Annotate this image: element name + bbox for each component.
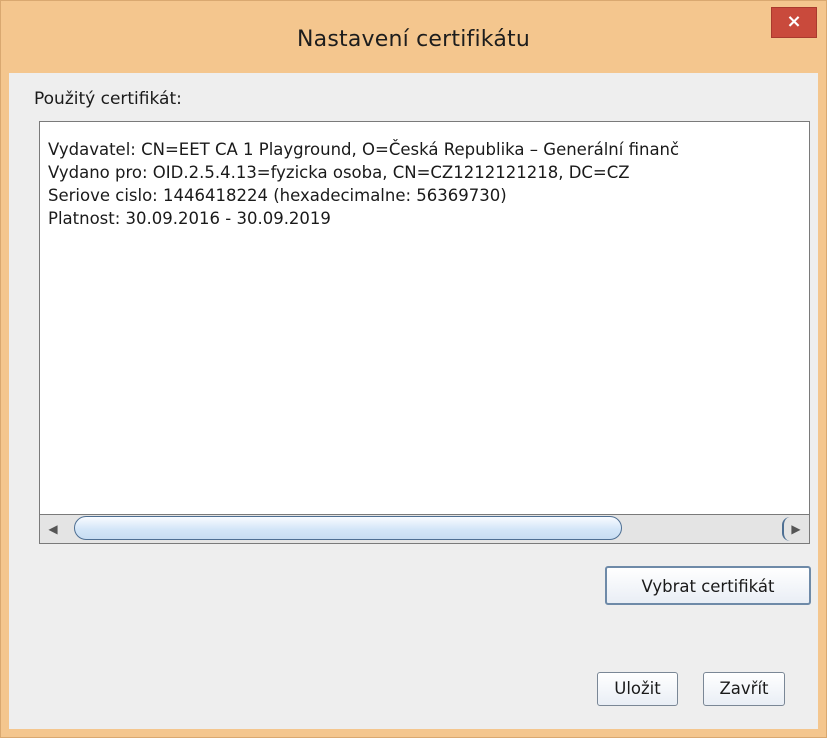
issued-to-line: Vydano pro: OID.2.5.4.13=fyzicka osoba, … — [48, 163, 630, 182]
horizontal-scrollbar[interactable]: ◀ ▶ — [39, 514, 810, 544]
title-bar[interactable]: Nastavení certifikátu × — [1, 1, 826, 79]
scroll-left-arrow-icon[interactable]: ◀ — [40, 515, 66, 543]
save-button[interactable]: Uložit — [597, 672, 678, 706]
select-certificate-button[interactable]: Vybrat certifikát — [605, 566, 811, 605]
serial-number-line: Seriove cislo: 1446418224 (hexadecimalne… — [48, 186, 507, 205]
close-icon: × — [786, 11, 802, 32]
dialog-content: Použitý certifikát: Vydavatel: CN=EET CA… — [9, 73, 818, 729]
scrollbar-thumb[interactable] — [74, 516, 622, 540]
certificate-settings-window: Nastavení certifikátu × Použitý certifik… — [0, 0, 827, 738]
certificate-info-text: Vydavatel: CN=EET CA 1 Playground, O=Čes… — [48, 138, 679, 230]
used-certificate-label: Použitý certifikát: — [34, 89, 182, 109]
close-button[interactable]: Zavřít — [703, 672, 785, 706]
scroll-right-arrow-icon[interactable]: ▶ — [783, 515, 809, 543]
window-title: Nastavení certifikátu — [297, 27, 530, 52]
validity-line: Platnost: 30.09.2016 - 30.09.2019 — [48, 209, 331, 228]
certificate-info-textarea[interactable]: Vydavatel: CN=EET CA 1 Playground, O=Čes… — [39, 121, 810, 544]
close-window-button[interactable]: × — [771, 7, 817, 38]
issuer-line: Vydavatel: CN=EET CA 1 Playground, O=Čes… — [48, 140, 680, 159]
